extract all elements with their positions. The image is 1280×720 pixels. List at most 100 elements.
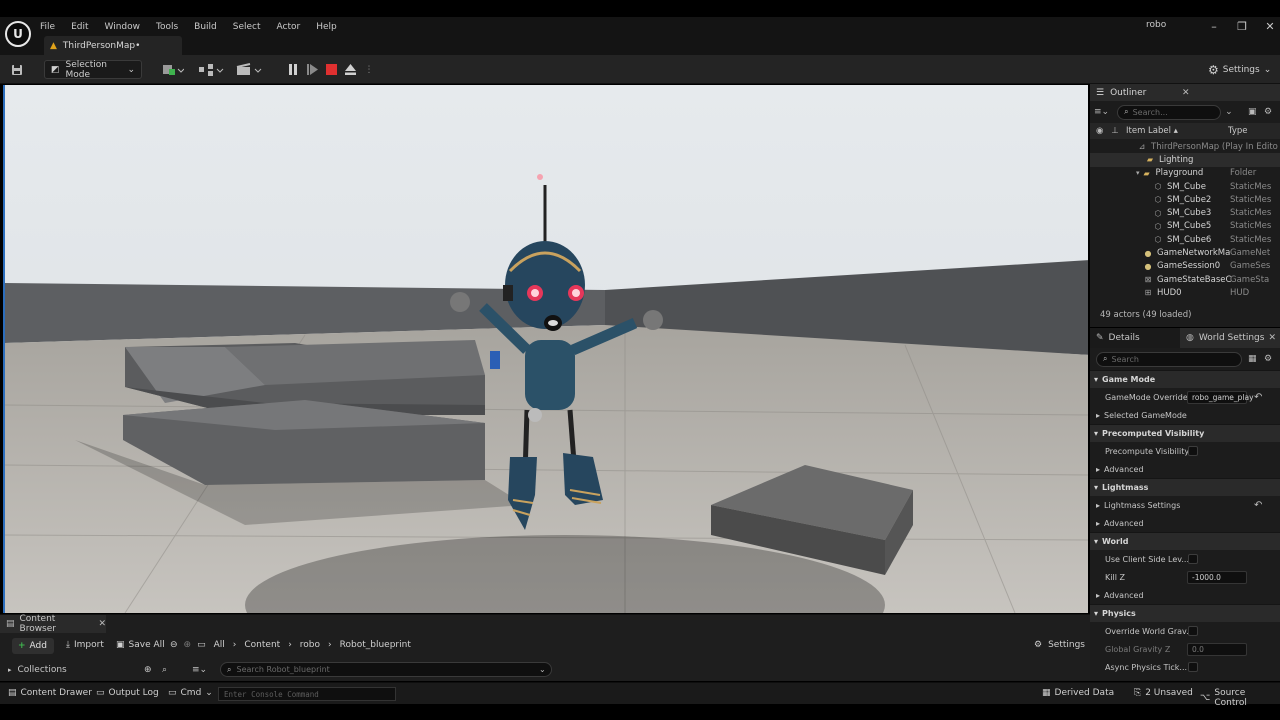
step-icon[interactable] xyxy=(303,61,321,79)
document-tab[interactable]: ▲ ThirdPersonMap• xyxy=(44,36,182,55)
close-icon[interactable]: ✕ xyxy=(1256,20,1280,33)
reset-icon[interactable]: ↶ xyxy=(1254,500,1262,511)
table-view-icon[interactable]: ▦ xyxy=(1248,354,1257,364)
expand-arrow-icon[interactable]: ▸ xyxy=(8,666,12,674)
outliner-tab[interactable]: ☰ Outliner ✕ xyxy=(1090,84,1280,101)
maximize-icon[interactable]: ❐ xyxy=(1228,20,1256,33)
add-folder-icon[interactable]: ▣ xyxy=(1248,107,1257,117)
menu-edit[interactable]: Edit xyxy=(71,22,88,32)
tree-row-actor[interactable]: ● GameNetworkMa GameNet xyxy=(1090,246,1280,259)
reset-icon[interactable]: ↶ xyxy=(1254,392,1262,403)
add-button[interactable]: + Add xyxy=(12,638,54,654)
menu-tools[interactable]: Tools xyxy=(156,22,178,32)
output-log-button[interactable]: ▭ Output Log xyxy=(96,688,159,698)
precompute-visibility-checkbox[interactable] xyxy=(1188,446,1198,456)
source-control-button[interactable]: ⌥ Source Control xyxy=(1200,688,1280,708)
content-browser-tab[interactable]: ▤ Content Browser ✕ xyxy=(0,614,106,634)
breadcrumb-all[interactable]: All xyxy=(214,640,225,650)
prop-advanced[interactable]: ▸ Advanced xyxy=(1090,514,1280,532)
menu-build[interactable]: Build xyxy=(194,22,217,32)
close-icon[interactable]: ✕ xyxy=(98,619,106,629)
breadcrumb-robo[interactable]: robo xyxy=(300,640,320,650)
search-icon[interactable]: ⌕ xyxy=(162,665,167,675)
cinematics-icon[interactable] xyxy=(236,60,262,79)
selection-mode-dropdown[interactable]: ◩ Selection Mode ⌄ xyxy=(44,60,142,80)
tree-row-folder[interactable]: ▾ ▰ Playground Folder xyxy=(1090,167,1280,180)
forward-icon[interactable]: ⊕ xyxy=(184,640,192,650)
breadcrumb-robot-blueprint[interactable]: Robot_blueprint xyxy=(340,640,411,650)
override-gravity-checkbox[interactable] xyxy=(1188,626,1198,636)
unsaved-button[interactable]: ⎘ 2 Unsaved xyxy=(1134,688,1193,698)
gamemode-override-dropdown[interactable]: robo_game_play xyxy=(1187,390,1254,404)
back-icon[interactable]: ⊖ xyxy=(170,640,178,650)
prop-selected-gamemode[interactable]: ▸ Selected GameMode xyxy=(1090,406,1280,424)
prop-lightmass-settings[interactable]: ▸ Lightmass Settings ↶ xyxy=(1090,496,1280,514)
visibility-icon[interactable]: ◉ xyxy=(1096,126,1103,136)
save-all-button[interactable]: ▣ Save All xyxy=(116,640,165,650)
tree-row-actor[interactable]: ⬡ SM_Cube StaticMes xyxy=(1090,180,1280,193)
tree-row-actor[interactable]: ⬡ SM_Cube5 StaticMes xyxy=(1090,220,1280,233)
menu-help[interactable]: Help xyxy=(316,22,337,32)
chevron-down-icon[interactable]: ⌄ xyxy=(1225,107,1233,117)
tree-row-actor[interactable]: ⊞ HUD0 HUD xyxy=(1090,286,1280,299)
content-drawer-button[interactable]: ▤ Content Drawer xyxy=(8,688,92,698)
gear-icon[interactable]: ⚙ xyxy=(1264,107,1272,117)
async-physics-checkbox[interactable] xyxy=(1188,662,1198,672)
tree-row-actor[interactable]: ⬡ SM_Cube6 StaticMes xyxy=(1090,233,1280,246)
section-world[interactable]: ▾ World xyxy=(1090,532,1280,550)
prop-advanced[interactable]: ▸ Advanced xyxy=(1090,460,1280,478)
menu-window[interactable]: Window xyxy=(105,22,141,32)
blueprint-icon[interactable] xyxy=(198,60,224,79)
collections-label[interactable]: Collections xyxy=(18,665,67,675)
tree-row-folder[interactable]: ▰ Lighting xyxy=(1090,153,1280,167)
add-collection-icon[interactable]: ⊕ xyxy=(144,665,152,675)
item-label-header[interactable]: Item Label ▴ xyxy=(1126,126,1178,136)
pause-icon[interactable] xyxy=(284,61,302,79)
chevron-down-icon[interactable]: ⌄ xyxy=(539,665,546,674)
menu-select[interactable]: Select xyxy=(233,22,261,32)
menu-actor[interactable]: Actor xyxy=(277,22,301,32)
prop-advanced[interactable]: ▸ Advanced xyxy=(1090,586,1280,604)
stop-icon[interactable] xyxy=(322,61,340,79)
section-game-mode[interactable]: ▾ Game Mode xyxy=(1090,370,1280,388)
section-precomputed-visibility[interactable]: ▾ Precomputed Visibility xyxy=(1090,424,1280,442)
save-icon[interactable] xyxy=(8,60,26,79)
tree-row-actor[interactable]: ● GameSession0 GameSes xyxy=(1090,260,1280,273)
tree-row-actor[interactable]: ⬡ SM_Cube2 StaticMes xyxy=(1090,193,1280,206)
pin-icon[interactable]: ⊥ xyxy=(1111,126,1118,136)
section-lightmass[interactable]: ▾ Lightmass xyxy=(1090,478,1280,496)
more-options-icon[interactable]: ⋮ xyxy=(360,61,378,79)
close-icon[interactable]: ✕ xyxy=(1182,88,1190,98)
content-search-input[interactable]: ⌕ Search Robot_blueprint ⌄ xyxy=(220,662,552,677)
filter-icon[interactable]: ≡⌄ xyxy=(1094,107,1109,117)
minimize-icon[interactable]: – xyxy=(1200,20,1228,33)
unreal-logo-icon[interactable]: U xyxy=(5,21,31,47)
import-button[interactable]: ⤓ Import xyxy=(66,640,104,650)
tree-row-actor[interactable]: ⬡ SM_Cube3 StaticMes xyxy=(1090,206,1280,219)
level-viewport[interactable] xyxy=(3,85,1088,613)
close-icon[interactable]: ✕ xyxy=(1268,333,1276,343)
menu-file[interactable]: File xyxy=(40,22,55,32)
console-command-input[interactable]: Enter Console Command xyxy=(218,687,396,701)
add-actor-icon[interactable] xyxy=(162,60,184,79)
breadcrumb-content[interactable]: Content xyxy=(244,640,280,650)
section-physics[interactable]: ▾ Physics xyxy=(1090,604,1280,622)
kill-z-field[interactable]: -1000.0 xyxy=(1187,570,1247,584)
filter-icon[interactable]: ≡⌄ xyxy=(192,665,207,675)
gear-icon[interactable]: ⚙ xyxy=(1264,354,1272,364)
settings-button[interactable]: ⚙ Settings ⌄ xyxy=(1208,60,1271,79)
derived-data-button[interactable]: ▦ Derived Data xyxy=(1042,688,1114,698)
tab-world-settings[interactable]: ◍ World Settings ✕ xyxy=(1180,328,1280,348)
expand-arrow-icon[interactable]: ▾ xyxy=(1136,169,1140,177)
tab-details[interactable]: ✎ Details xyxy=(1090,328,1178,348)
tree-row-map[interactable]: ⊿ ThirdPersonMap (Play In Edito xyxy=(1090,140,1280,153)
content-settings-button[interactable]: ⚙ Settings xyxy=(1034,640,1085,650)
eject-icon[interactable] xyxy=(341,61,359,79)
details-search-input[interactable]: ⌕ Search xyxy=(1096,351,1242,367)
type-header[interactable]: Type xyxy=(1228,126,1248,136)
outliner-search-input[interactable]: ⌕ Search... xyxy=(1117,104,1222,120)
tree-row-actor[interactable]: ⊠ GameStateBaseC GameSta xyxy=(1090,273,1280,286)
global-gravity-field[interactable]: 0.0 xyxy=(1187,642,1247,656)
cmd-dropdown[interactable]: ▭ Cmd ⌄ xyxy=(168,688,213,698)
use-client-side-checkbox[interactable] xyxy=(1188,554,1198,564)
